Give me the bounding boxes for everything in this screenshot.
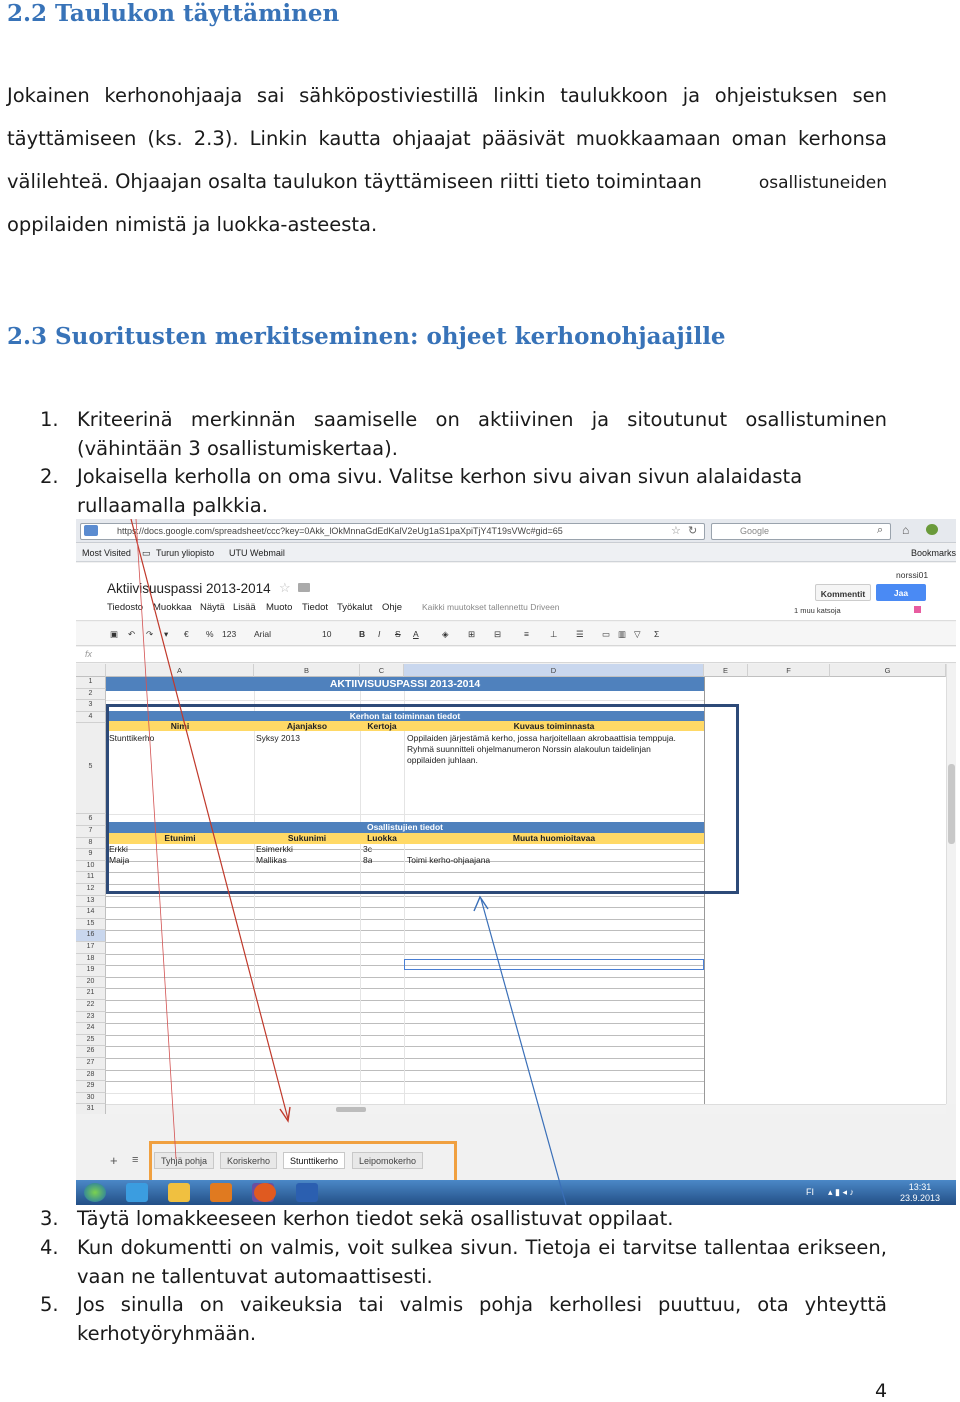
arrow-blue-head — [473, 895, 489, 912]
spreadsheet-screenshot: https://docs.google.com/spreadsheet/ccc?… — [76, 519, 956, 1205]
page-number: 4 — [875, 1380, 888, 1402]
list-item-3-line-1: Täytä lomakkeeseen kerhon tiedot sekä os… — [77, 1207, 674, 1230]
list-item-2-number: 2. — [40, 465, 59, 488]
list-item-5-number: 5. — [40, 1293, 59, 1316]
list-item-5-line-2: kerhotyöryhmään. — [77, 1322, 257, 1345]
section-heading-2-2: 2.2 Taulukon täyttäminen — [7, 0, 340, 27]
annotation-arrows — [130, 519, 567, 1205]
list-item-5-line-1: Jos sinulla on vaikeuksia tai valmis poh… — [77, 1293, 887, 1316]
list-item-4-line-1: Kun dokumentti on valmis, voit sulkea si… — [77, 1236, 887, 1259]
section-heading-2-3: 2.3 Suoritusten merkitseminen: ohjeet ke… — [7, 323, 726, 350]
paragraph-line-4: oppilaiden nimistä ja luokka-asteesta. — [7, 213, 378, 236]
paragraph-line-3-small: osallistuneiden — [758, 173, 887, 193]
list-item-4-number: 4. — [40, 1236, 59, 1259]
list-item-1-line-2: (vähintään 3 osallistumiskertaa). — [77, 437, 398, 460]
arrow-blue-line — [480, 898, 567, 1205]
paragraph-line-1: Jokainen kerhonohjaaja sai sähköpostivie… — [7, 84, 887, 107]
list-item-2-line-1: Jokaisella kerholla on oma sivu. Valitse… — [77, 465, 803, 488]
list-item-1-number: 1. — [40, 408, 59, 431]
list-item-2-line-2: rullaamalla palkkia. — [77, 494, 268, 517]
paragraph-line-3: välilehteä. Ohjaajan osalta taulukon täy… — [7, 170, 887, 193]
list-item-3-number: 3. — [40, 1207, 59, 1230]
list-item-4-line-2: vaan ne tallentuvat automaattisesti. — [77, 1265, 433, 1288]
list-item-1-line-1: Kriteerinä merkinnän saamiselle on aktii… — [77, 408, 887, 431]
paragraph-line-3-text: välilehteä. Ohjaajan osalta taulukon täy… — [7, 170, 702, 193]
paragraph-line-2: täyttämiseen (ks. 2.3). Linkin kautta oh… — [7, 127, 887, 150]
